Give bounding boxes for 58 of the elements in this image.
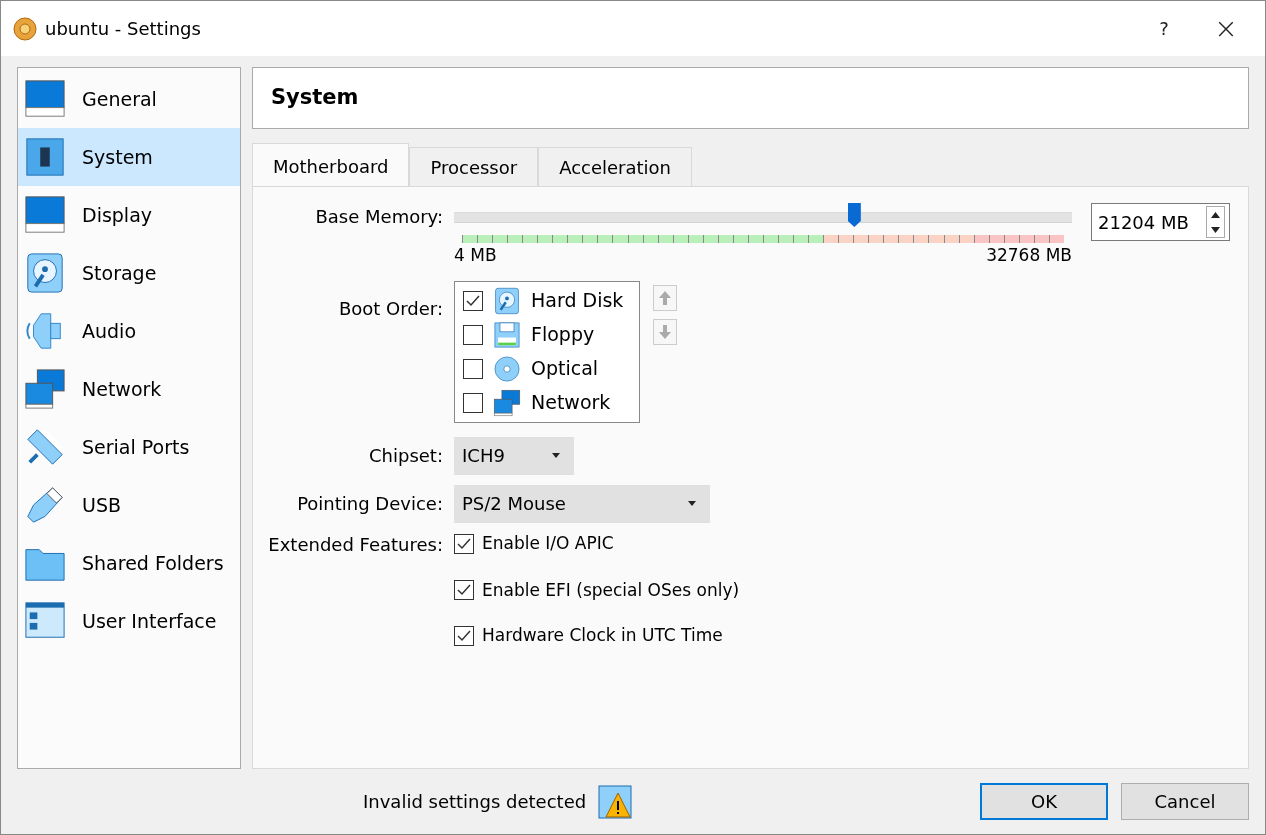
checkbox[interactable]: [463, 392, 483, 413]
sidebar-item[interactable]: Storage: [18, 244, 240, 302]
checkbox-label[interactable]: Hardware Clock in UTC Time: [482, 623, 723, 649]
chip-icon: [24, 136, 66, 178]
sidebar-item[interactable]: USB: [18, 476, 240, 534]
boot-order-list[interactable]: Hard Disk Floppy Optical Network: [454, 280, 640, 423]
sidebar-item[interactable]: System: [18, 128, 240, 186]
slider-thumb[interactable]: [847, 203, 861, 227]
dropdown[interactable]: ICH9: [454, 436, 574, 475]
spin-arrows-icon[interactable]: [1206, 206, 1225, 238]
monitors-icon: [493, 388, 521, 417]
tab[interactable]: Processor: [409, 147, 539, 187]
sidebar-item[interactable]: Serial Ports: [18, 418, 240, 476]
warning-icon[interactable]: [598, 784, 633, 819]
dropdown[interactable]: PS/2 Mouse: [454, 484, 710, 523]
checkbox-label[interactable]: Enable I/O APIC: [482, 531, 614, 557]
checkbox[interactable]: [454, 534, 474, 554]
field-label: Pointing Device:: [296, 492, 443, 516]
boot-item-label[interactable]: Hard Disk: [531, 286, 624, 315]
boot-item-label[interactable]: Network: [531, 388, 611, 417]
monitor-icon: [24, 78, 66, 120]
monitors-icon: [24, 368, 66, 410]
tab[interactable]: Motherboard: [252, 143, 410, 187]
checkbox[interactable]: [454, 625, 474, 646]
checkbox[interactable]: [463, 290, 483, 311]
optical-disc-icon: [493, 354, 521, 383]
usb-plug-icon: [24, 484, 66, 526]
checkbox[interactable]: [463, 324, 483, 345]
field-label: Chipset:: [368, 444, 443, 468]
boot-item-label[interactable]: Floppy: [531, 320, 595, 349]
page-title: System: [252, 67, 1249, 129]
sidebar-item[interactable]: Shared Folders: [18, 534, 240, 592]
spin-box[interactable]: 21204 MB: [1091, 203, 1230, 241]
min-label: 4 MB: [454, 244, 497, 267]
app-logo-icon: [13, 16, 37, 41]
help-button[interactable]: ?: [1137, 14, 1191, 43]
tab[interactable]: Acceleration: [538, 147, 693, 187]
window-title: ubuntu - Settings: [45, 17, 202, 41]
sidebar-item[interactable]: General: [18, 70, 240, 128]
checkbox[interactable]: [463, 358, 483, 379]
caret-icon: [552, 453, 560, 458]
sidebar-item[interactable]: Audio: [18, 302, 240, 360]
boot-item-label[interactable]: Optical: [531, 354, 599, 383]
caret-icon: [688, 501, 696, 506]
close-button[interactable]: ×: [1199, 6, 1253, 51]
sidebar-item[interactable]: Network: [18, 360, 240, 418]
field-label: Extended Features:: [267, 532, 443, 557]
monitor-icon: [24, 194, 66, 236]
status-message: Invalid settings detected: [363, 790, 587, 814]
max-label: 32768 MB: [986, 244, 1072, 267]
sidebar-item[interactable]: User Interface: [18, 592, 240, 650]
checkbox[interactable]: [454, 580, 474, 601]
sidebar-item[interactable]: Display: [18, 186, 240, 244]
dialog-button[interactable]: OK: [980, 783, 1108, 820]
field-label: Base Memory:: [314, 205, 443, 229]
field-label: Boot Order:: [337, 296, 443, 321]
checkbox-label[interactable]: Enable EFI (special OSes only): [482, 577, 740, 603]
dialog-button[interactable]: Cancel: [1121, 783, 1249, 820]
